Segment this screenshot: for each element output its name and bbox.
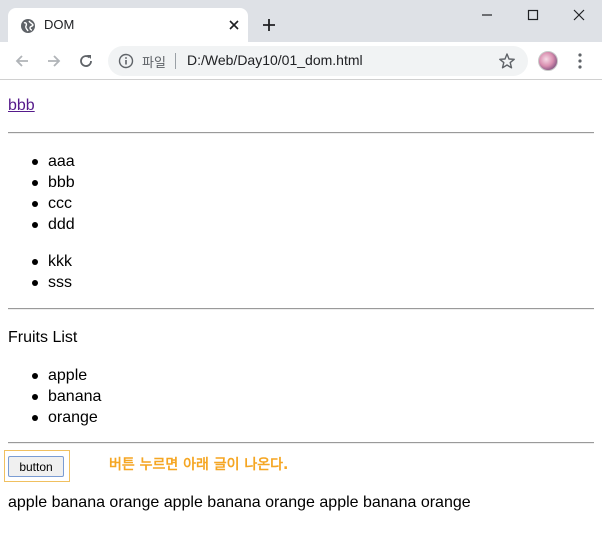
arrow-left-icon[interactable]	[11, 50, 33, 72]
star-icon[interactable]	[498, 52, 516, 70]
list-item: ccc	[32, 193, 75, 214]
plus-icon[interactable]	[260, 16, 278, 34]
list-item: sss	[32, 274, 72, 291]
tab-title: DOM	[44, 17, 75, 32]
fruit-item: orange	[31, 407, 101, 428]
maximize-icon[interactable]	[510, 0, 556, 30]
window-close-icon[interactable]	[556, 0, 602, 30]
reload-icon[interactable]	[75, 50, 97, 72]
url-text[interactable]: D:/Web/Day10/01_dom.html	[187, 52, 363, 68]
fruits-list-title: Fruits List	[8, 329, 78, 346]
scheme-label: 파일	[142, 56, 166, 71]
button-focus-frame: button	[4, 450, 70, 482]
list-item: bbb	[32, 174, 75, 191]
avatar[interactable]	[538, 51, 558, 71]
list-item: kkk	[32, 253, 72, 270]
button[interactable]: button	[8, 456, 64, 477]
divider	[8, 308, 594, 310]
address-divider	[175, 53, 176, 69]
list-1: aaa bbb ccc ddd	[32, 151, 75, 235]
list-item: ddd	[32, 216, 75, 233]
close-icon[interactable]	[226, 17, 242, 33]
browser-tab-strip: DOM	[0, 0, 602, 42]
page-content: bbb aaa bbb ccc ddd kkk sss Fruits List …	[0, 81, 602, 550]
more-vert-icon[interactable]	[574, 52, 586, 70]
minimize-icon[interactable]	[464, 0, 510, 30]
divider	[8, 132, 594, 134]
fruits-list: apple banana orange	[31, 365, 102, 428]
arrow-right-icon[interactable]	[43, 50, 65, 72]
globe-icon	[20, 18, 36, 34]
list-item: aaa	[32, 153, 75, 170]
info-icon[interactable]	[118, 53, 134, 69]
instruction-message: 버튼 누르면 아래 글이 나온다.	[109, 457, 289, 473]
address-bar[interactable]: 파일 D:/Web/Day10/01_dom.html	[108, 46, 528, 76]
bbb-link[interactable]: bbb	[8, 97, 35, 115]
output-text: apple banana orange apple banana orange …	[8, 494, 471, 511]
fruit-item: apple	[31, 365, 101, 386]
tab-dom[interactable]: DOM	[8, 8, 248, 42]
list-2: kkk sss	[32, 251, 72, 293]
browser-toolbar: 파일 D:/Web/Day10/01_dom.html	[0, 42, 602, 80]
divider	[8, 442, 594, 444]
fruit-item: banana	[31, 388, 102, 405]
